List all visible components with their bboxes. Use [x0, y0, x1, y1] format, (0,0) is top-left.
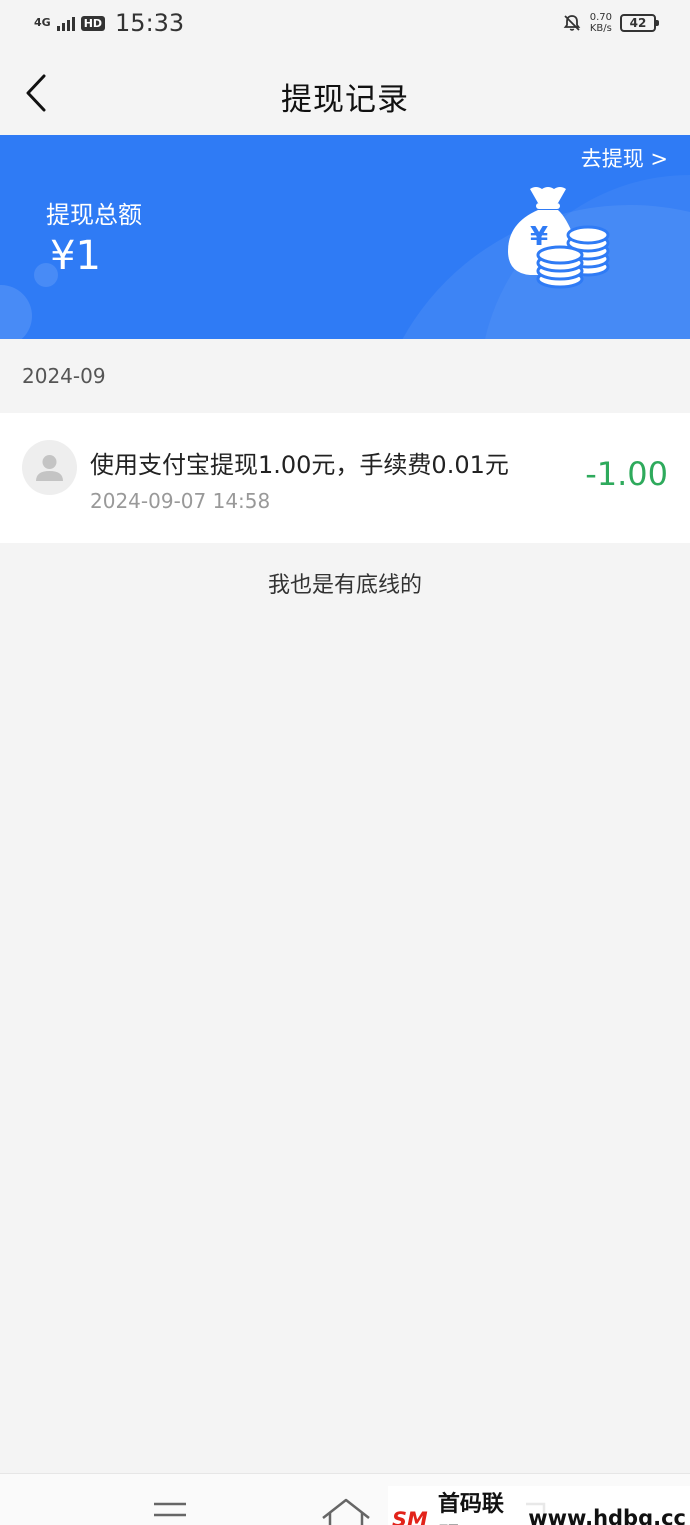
record-amount: -1.00: [585, 455, 668, 493]
nav-bar: 提现记录: [0, 46, 690, 135]
speed-unit: KB/s: [589, 23, 612, 34]
banner-decoration: [0, 285, 32, 339]
go-withdraw-link[interactable]: 去提现 >: [581, 143, 668, 173]
watermark-url: www.hdbq.cc: [528, 1506, 686, 1525]
page-title: 提现记录: [281, 82, 409, 118]
watermark-logo: SM: [392, 1508, 428, 1525]
bell-off-icon: [563, 15, 581, 31]
watermark: SM 首码联盟 www.hdbq.cc: [388, 1486, 690, 1525]
summary-banner: 去提现 > 提现总额 ¥1 ¥: [0, 135, 690, 339]
total-amount: ¥1: [50, 233, 101, 279]
svg-text:SM: SM: [392, 1508, 428, 1525]
money-bag-icon: ¥: [508, 187, 610, 289]
status-time: 15:33: [115, 9, 185, 37]
total-label: 提现总额: [46, 201, 142, 229]
list-end-text: 我也是有底线的: [267, 573, 422, 598]
user-icon: [36, 455, 63, 481]
system-nav-bar: SM 首码联盟 www.hdbq.cc: [0, 1473, 690, 1525]
hd-badge: HD: [80, 15, 106, 31]
month-label: 2024-09: [22, 364, 106, 388]
watermark-text: 首码联盟: [437, 1491, 504, 1525]
home-icon[interactable]: [320, 1496, 372, 1525]
status-left: 4G HD 15:33: [34, 9, 184, 37]
status-right: 0.70 KB/s 42: [562, 12, 659, 34]
month-header: 2024-09: [0, 339, 690, 413]
network-speed: 0.70 KB/s: [590, 12, 612, 34]
page: 4G HD 15:33 0.70 KB/s 42 提现记录 去提现 > 提现总额…: [0, 0, 690, 1525]
avatar: [22, 440, 77, 495]
signal-icon: [56, 15, 75, 31]
speed-value: 0.70: [589, 12, 612, 23]
status-bar: 4G HD 15:33 0.70 KB/s 42: [0, 0, 690, 46]
battery-icon: 42: [620, 14, 659, 32]
battery-level: 42: [629, 16, 647, 30]
record-description: 使用支付宝提现1.00元，手续费0.01元: [90, 451, 509, 479]
list-item[interactable]: 使用支付宝提现1.00元，手续费0.01元 2024-09-07 14:58 -…: [0, 413, 690, 543]
record-time: 2024-09-07 14:58: [90, 489, 271, 513]
menu-icon[interactable]: [153, 1502, 187, 1525]
network-type: 4G: [34, 16, 51, 29]
